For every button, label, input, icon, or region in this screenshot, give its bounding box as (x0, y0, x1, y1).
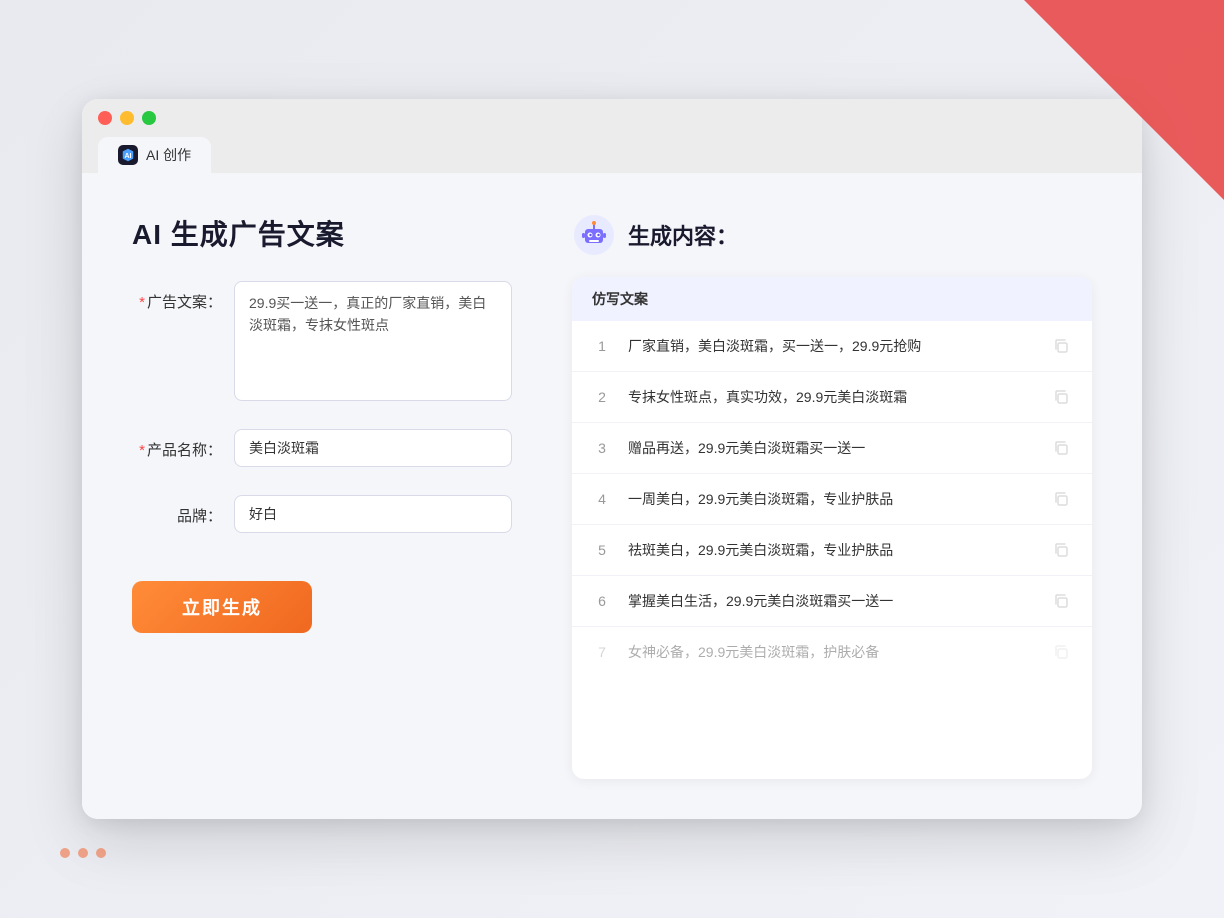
results-header: 仿写文案 (572, 277, 1092, 321)
result-row: 2 专抹女性斑点，真实功效，29.9元美白淡斑霜 (572, 372, 1092, 423)
copy-icon[interactable] (1050, 335, 1072, 357)
copy-icon[interactable] (1050, 386, 1072, 408)
brand-group: 品牌： (132, 495, 512, 533)
product-name-label: *产品名称： (132, 429, 222, 460)
result-text: 祛斑美白，29.9元美白淡斑霜，专业护肤品 (628, 540, 1034, 561)
ad-copy-required: * (139, 294, 145, 311)
browser-controls (98, 111, 1126, 125)
result-number: 7 (592, 644, 612, 660)
result-text: 专抹女性斑点，真实功效，29.9元美白淡斑霜 (628, 387, 1034, 408)
copy-icon[interactable] (1050, 590, 1072, 612)
tab-label: AI 创作 (146, 145, 191, 165)
copy-icon[interactable] (1050, 641, 1072, 663)
result-text: 厂家直销，美白淡斑霜，买一送一，29.9元抢购 (628, 336, 1034, 357)
browser-content: AI 生成广告文案 *广告文案： *产品名称： 品牌： 立 (82, 173, 1142, 819)
copy-icon[interactable] (1050, 539, 1072, 561)
result-row: 4 一周美白，29.9元美白淡斑霜，专业护肤品 (572, 474, 1092, 525)
robot-icon (572, 213, 616, 257)
result-number: 3 (592, 440, 612, 456)
result-text: 女神必备，29.9元美白淡斑霜，护肤必备 (628, 642, 1034, 663)
results-container: 仿写文案 1 厂家直销，美白淡斑霜，买一送一，29.9元抢购 2 专抹女性斑点，真实… (572, 277, 1092, 779)
result-text: 掌握美白生活，29.9元美白淡斑霜买一送一 (628, 591, 1034, 612)
traffic-light-yellow[interactable] (120, 111, 134, 125)
page-title: AI 生成广告文案 (132, 213, 512, 253)
ad-copy-group: *广告文案： (132, 281, 512, 401)
product-name-group: *产品名称： (132, 429, 512, 467)
bg-triangle-decoration (1024, 0, 1224, 200)
ad-copy-input[interactable] (234, 281, 512, 401)
traffic-light-red[interactable] (98, 111, 112, 125)
product-name-input[interactable] (234, 429, 512, 467)
browser-chrome: AI AI 创作 (82, 99, 1142, 173)
product-name-required: * (139, 442, 145, 459)
browser-tabs: AI AI 创作 (98, 137, 1126, 173)
result-row: 1 厂家直销，美白淡斑霜，买一送一，29.9元抢购 (572, 321, 1092, 372)
browser-window: AI AI 创作 AI 生成广告文案 *广告文案： *产品名称： (82, 99, 1142, 819)
right-header: 生成内容： (572, 213, 1092, 257)
svg-text:AI: AI (125, 153, 132, 160)
result-row: 7 女神必备，29.9元美白淡斑霜，护肤必备 (572, 627, 1092, 677)
result-number: 2 (592, 389, 612, 405)
result-number: 4 (592, 491, 612, 507)
generate-button[interactable]: 立即生成 (132, 581, 312, 633)
brand-input[interactable] (234, 495, 512, 533)
left-panel: AI 生成广告文案 *广告文案： *产品名称： 品牌： 立 (132, 213, 512, 779)
traffic-light-green[interactable] (142, 111, 156, 125)
result-row: 6 掌握美白生活，29.9元美白淡斑霜买一送一 (572, 576, 1092, 627)
right-panel: 生成内容： 仿写文案 1 厂家直销，美白淡斑霜，买一送一，29.9元抢购 2 专抹女… (572, 213, 1092, 779)
result-number: 5 (592, 542, 612, 558)
result-row: 3 赠品再送，29.9元美白淡斑霜买一送一 (572, 423, 1092, 474)
result-text: 赠品再送，29.9元美白淡斑霜买一送一 (628, 438, 1034, 459)
result-row: 5 祛斑美白，29.9元美白淡斑霜，专业护肤品 (572, 525, 1092, 576)
copy-icon[interactable] (1050, 437, 1072, 459)
tab-ai-icon: AI (118, 145, 138, 165)
copy-icon[interactable] (1050, 488, 1072, 510)
ad-copy-label: *广告文案： (132, 281, 222, 312)
result-number: 6 (592, 593, 612, 609)
results-list: 1 厂家直销，美白淡斑霜，买一送一，29.9元抢购 2 专抹女性斑点，真实功效，29… (572, 321, 1092, 677)
brand-label: 品牌： (132, 495, 222, 526)
result-text: 一周美白，29.9元美白淡斑霜，专业护肤品 (628, 489, 1034, 510)
browser-tab-ai[interactable]: AI AI 创作 (98, 137, 211, 173)
bg-dots-decoration (60, 848, 106, 858)
result-number: 1 (592, 338, 612, 354)
right-title: 生成内容： (628, 219, 738, 251)
